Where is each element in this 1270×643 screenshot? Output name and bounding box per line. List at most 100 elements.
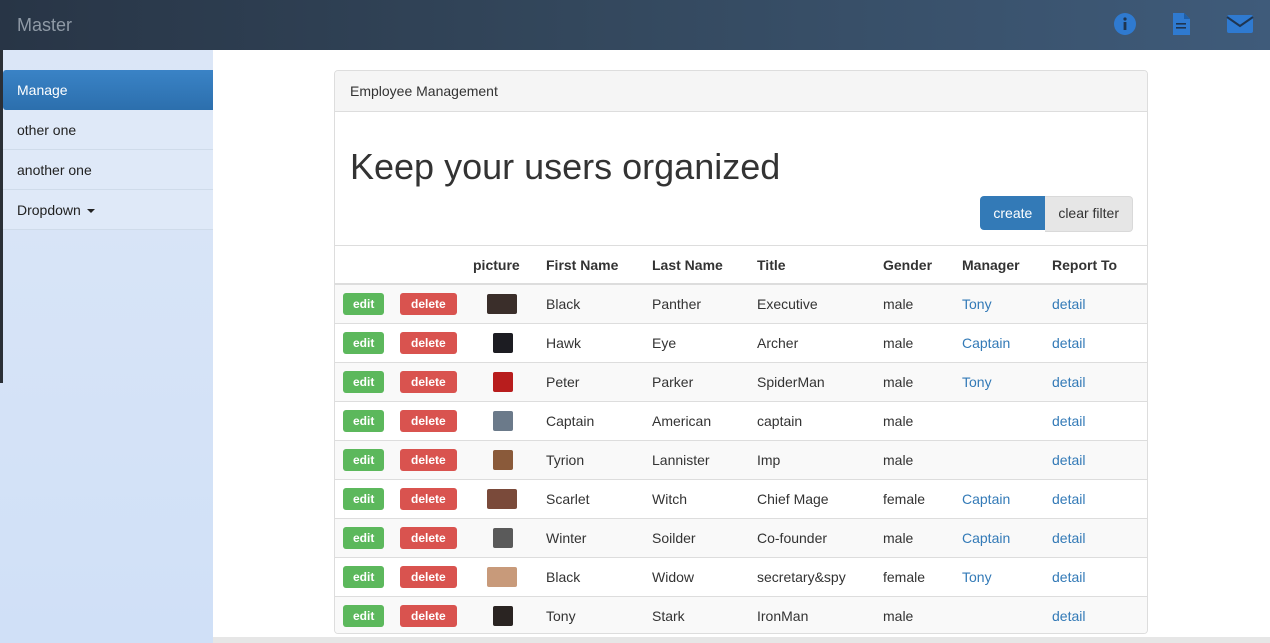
edit-button[interactable]: edit xyxy=(343,605,385,627)
edit-cell: edit xyxy=(335,479,400,519)
gender-cell: male xyxy=(883,323,962,363)
title-cell: secretary&spy xyxy=(757,557,883,597)
detail-link[interactable]: detail xyxy=(1052,491,1085,507)
edit-button[interactable]: edit xyxy=(343,293,385,315)
column-header-title[interactable]: Title xyxy=(757,245,883,285)
picture-cell xyxy=(473,440,546,480)
sidebar-item-other-one[interactable]: other one xyxy=(3,110,213,150)
manager-cell: Tony xyxy=(962,362,1052,402)
delete-cell: delete xyxy=(400,362,473,402)
report-to-cell: detail xyxy=(1052,557,1147,597)
app-brand[interactable]: Master xyxy=(17,15,72,36)
edit-button[interactable]: edit xyxy=(343,566,385,588)
edit-cell: edit xyxy=(335,401,400,441)
gender-cell: male xyxy=(883,283,962,324)
detail-link[interactable]: detail xyxy=(1052,569,1085,585)
sidebar-item-another-one[interactable]: another one xyxy=(3,150,213,190)
first-name-cell: Black xyxy=(546,283,652,324)
manager-cell: Captain xyxy=(962,518,1052,558)
sidebar-item-dropdown[interactable]: Dropdown xyxy=(3,190,213,230)
clear-filter-button[interactable]: clear filter xyxy=(1045,196,1133,232)
manager-cell: Captain xyxy=(962,479,1052,519)
manager-link[interactable]: Tony xyxy=(962,296,992,312)
table-header-row: picture First Name Last Name Title Gende… xyxy=(335,245,1147,285)
column-header-last-name[interactable]: Last Name xyxy=(652,245,757,285)
gender-cell: female xyxy=(883,479,962,519)
column-header-report-to[interactable]: Report To xyxy=(1052,245,1147,285)
column-header-gender[interactable]: Gender xyxy=(883,245,962,285)
delete-button[interactable]: delete xyxy=(400,449,457,471)
edit-cell: edit xyxy=(335,362,400,402)
detail-link[interactable]: detail xyxy=(1052,530,1085,546)
create-button[interactable]: create xyxy=(980,196,1046,230)
horizontal-scrollbar[interactable] xyxy=(213,637,1270,643)
last-name-cell: Eye xyxy=(652,323,757,363)
report-to-cell: detail xyxy=(1052,283,1147,324)
detail-link[interactable]: detail xyxy=(1052,374,1085,390)
last-name-cell: Widow xyxy=(652,557,757,597)
avatar xyxy=(493,411,513,431)
caret-down-icon xyxy=(86,209,95,214)
delete-button[interactable]: delete xyxy=(400,488,457,510)
detail-link[interactable]: detail xyxy=(1052,452,1085,468)
delete-cell: delete xyxy=(400,557,473,597)
avatar xyxy=(493,450,513,470)
report-to-cell: detail xyxy=(1052,518,1147,558)
report-to-cell: detail xyxy=(1052,401,1147,441)
sidebar-item-manage[interactable]: Manage xyxy=(3,70,213,110)
avatar xyxy=(493,528,513,548)
delete-button[interactable]: delete xyxy=(400,371,457,393)
title-cell: Archer xyxy=(757,323,883,363)
envelope-icon[interactable] xyxy=(1226,11,1254,37)
gender-cell: male xyxy=(883,596,962,633)
avatar xyxy=(493,606,513,626)
avatar xyxy=(487,294,517,314)
delete-button[interactable]: delete xyxy=(400,293,457,315)
detail-link[interactable]: detail xyxy=(1052,413,1085,429)
delete-button[interactable]: delete xyxy=(400,332,457,354)
detail-link[interactable]: detail xyxy=(1052,296,1085,312)
manager-cell: Captain xyxy=(962,323,1052,363)
employee-panel: Employee Management Keep your users orga… xyxy=(334,70,1148,634)
report-to-cell: detail xyxy=(1052,323,1147,363)
title-cell: Co-founder xyxy=(757,518,883,558)
file-icon[interactable] xyxy=(1168,11,1194,37)
edit-button[interactable]: edit xyxy=(343,488,385,510)
column-header-first-name[interactable]: First Name xyxy=(546,245,652,285)
first-name-cell: Winter xyxy=(546,518,652,558)
manager-link[interactable]: Tony xyxy=(962,374,992,390)
manager-link[interactable]: Captain xyxy=(962,530,1010,546)
edit-button[interactable]: edit xyxy=(343,332,385,354)
action-button-group: create clear filter xyxy=(980,196,1133,232)
delete-button[interactable]: delete xyxy=(400,410,457,432)
picture-cell xyxy=(473,479,546,519)
delete-button[interactable]: delete xyxy=(400,605,457,627)
manager-link[interactable]: Captain xyxy=(962,335,1010,351)
sidebar-nav: Manage other one another one Dropdown xyxy=(3,70,213,230)
detail-link[interactable]: detail xyxy=(1052,608,1085,624)
edit-button[interactable]: edit xyxy=(343,371,385,393)
edit-button[interactable]: edit xyxy=(343,449,385,471)
manager-link[interactable]: Captain xyxy=(962,491,1010,507)
delete-button[interactable]: delete xyxy=(400,527,457,549)
column-header-picture[interactable]: picture xyxy=(473,245,546,285)
delete-cell: delete xyxy=(400,596,473,633)
column-header-manager[interactable]: Manager xyxy=(962,245,1052,285)
table-row: edit delete Hawk Eye Archer male Captain detail xyxy=(335,323,1147,363)
delete-button[interactable]: delete xyxy=(400,566,457,588)
delete-cell: delete xyxy=(400,283,473,324)
gender-cell: male xyxy=(883,440,962,480)
edit-button[interactable]: edit xyxy=(343,410,385,432)
manager-cell: Tony xyxy=(962,283,1052,324)
table-row: edit delete Captain American captain male deta… xyxy=(335,401,1147,441)
info-circle-icon[interactable] xyxy=(1112,11,1138,37)
table-row: edit delete Scarlet Witch Chief Mage female Ca… xyxy=(335,479,1147,519)
edit-cell: edit xyxy=(335,596,400,633)
edit-button[interactable]: edit xyxy=(343,527,385,549)
avatar xyxy=(493,372,513,392)
manager-link[interactable]: Tony xyxy=(962,569,992,585)
first-name-cell: Black xyxy=(546,557,652,597)
table-row: edit delete Peter Parker SpiderMan male Tony de… xyxy=(335,362,1147,402)
table-row: edit delete Tyrion Lannister Imp male detail xyxy=(335,440,1147,480)
detail-link[interactable]: detail xyxy=(1052,335,1085,351)
